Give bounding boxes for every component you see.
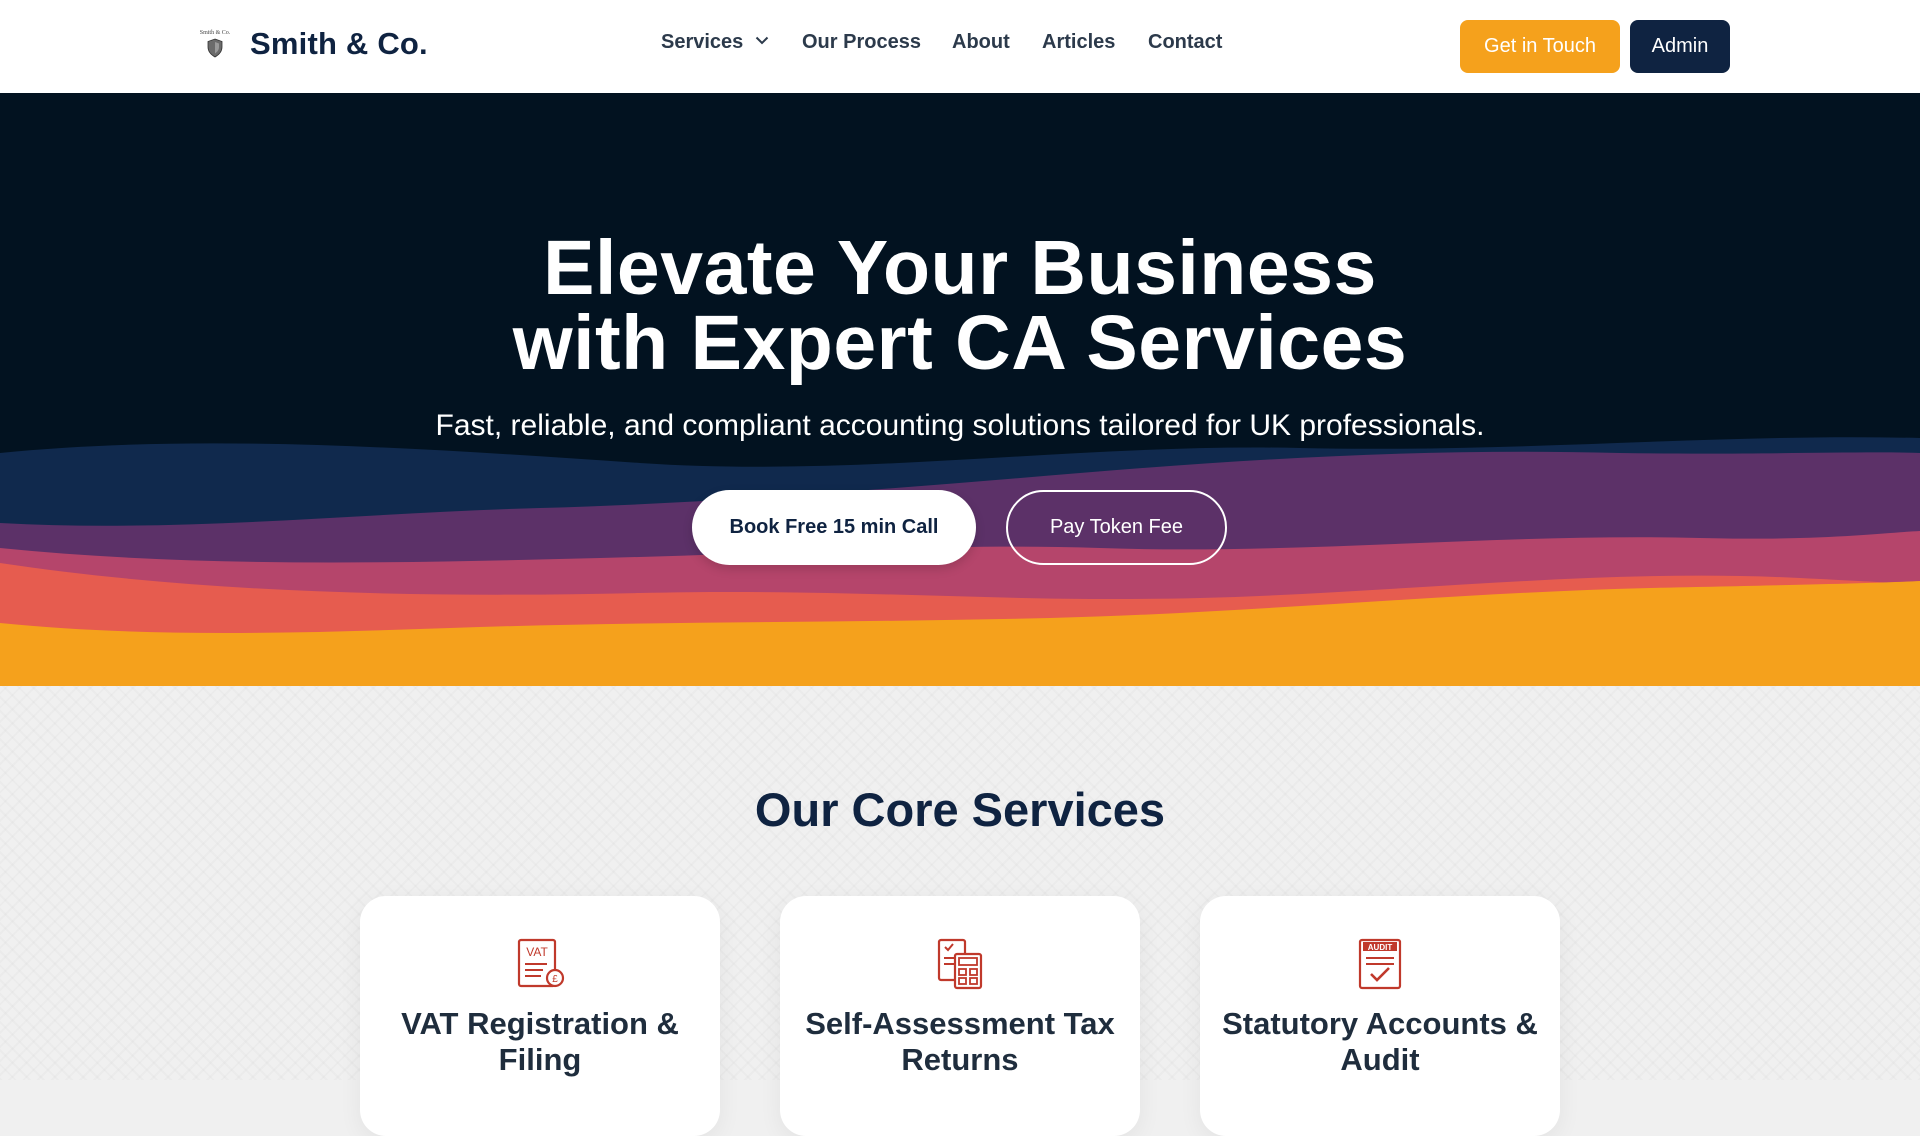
- service-card-self-assessment[interactable]: Self-Assessment Tax Returns: [780, 896, 1140, 1136]
- chevron-down-icon: [755, 37, 769, 45]
- logo-caption: Smith & Co.: [199, 30, 231, 36]
- hero-waves-graphic: [0, 437, 1920, 686]
- tax-calculator-icon: [937, 938, 983, 990]
- vat-document-icon: VAT £: [517, 938, 565, 988]
- brand-name[interactable]: Smith & Co.: [250, 26, 428, 62]
- hero-title-line2: with Expert CA Services: [512, 300, 1408, 386]
- audit-icon-label: AUDIT: [1368, 943, 1393, 952]
- site-header: Smith & Co. Smith & Co. Services Our Pro…: [0, 0, 1920, 93]
- book-call-button[interactable]: Book Free 15 min Call: [692, 490, 976, 565]
- nav-our-process[interactable]: Our Process: [802, 31, 921, 54]
- nav-services[interactable]: Services: [661, 31, 769, 54]
- admin-button[interactable]: Admin: [1630, 20, 1730, 73]
- vat-icon-label: VAT: [526, 945, 548, 959]
- services-title: Our Core Services: [754, 783, 1166, 836]
- nav-about[interactable]: About: [952, 31, 1010, 54]
- pay-token-fee-button[interactable]: Pay Token Fee: [1006, 490, 1227, 565]
- shield-icon: [207, 38, 223, 58]
- service-card-statutory-accounts[interactable]: AUDIT Statutory Accounts & Audit: [1200, 896, 1560, 1136]
- hero-title-line1: Elevate Your Business: [543, 225, 1377, 311]
- hero-section: Elevate Your Business with Expert CA Ser…: [0, 93, 1920, 686]
- nav-contact[interactable]: Contact: [1148, 31, 1222, 54]
- svg-text:£: £: [552, 974, 558, 985]
- service-card-vat[interactable]: VAT £ VAT Registration & Filing: [360, 896, 720, 1136]
- service-card-title: Statutory Accounts & Audit: [1222, 1006, 1538, 1077]
- nav-services-label: Services: [661, 31, 744, 53]
- nav-articles[interactable]: Articles: [1042, 31, 1115, 54]
- hero-subtitle: Fast, reliable, and compliant accounting…: [435, 409, 1485, 442]
- hero-title: Elevate Your Business with Expert CA Ser…: [0, 225, 1920, 386]
- service-card-title: VAT Registration & Filing: [401, 1006, 679, 1077]
- audit-checklist-icon: AUDIT: [1358, 938, 1402, 990]
- logo[interactable]: Smith & Co.: [196, 30, 234, 64]
- services-section: Our Core Services VAT £ VAT Registration…: [0, 686, 1920, 1136]
- get-in-touch-button[interactable]: Get in Touch: [1460, 20, 1620, 73]
- service-card-title: Self-Assessment Tax Returns: [805, 1006, 1115, 1077]
